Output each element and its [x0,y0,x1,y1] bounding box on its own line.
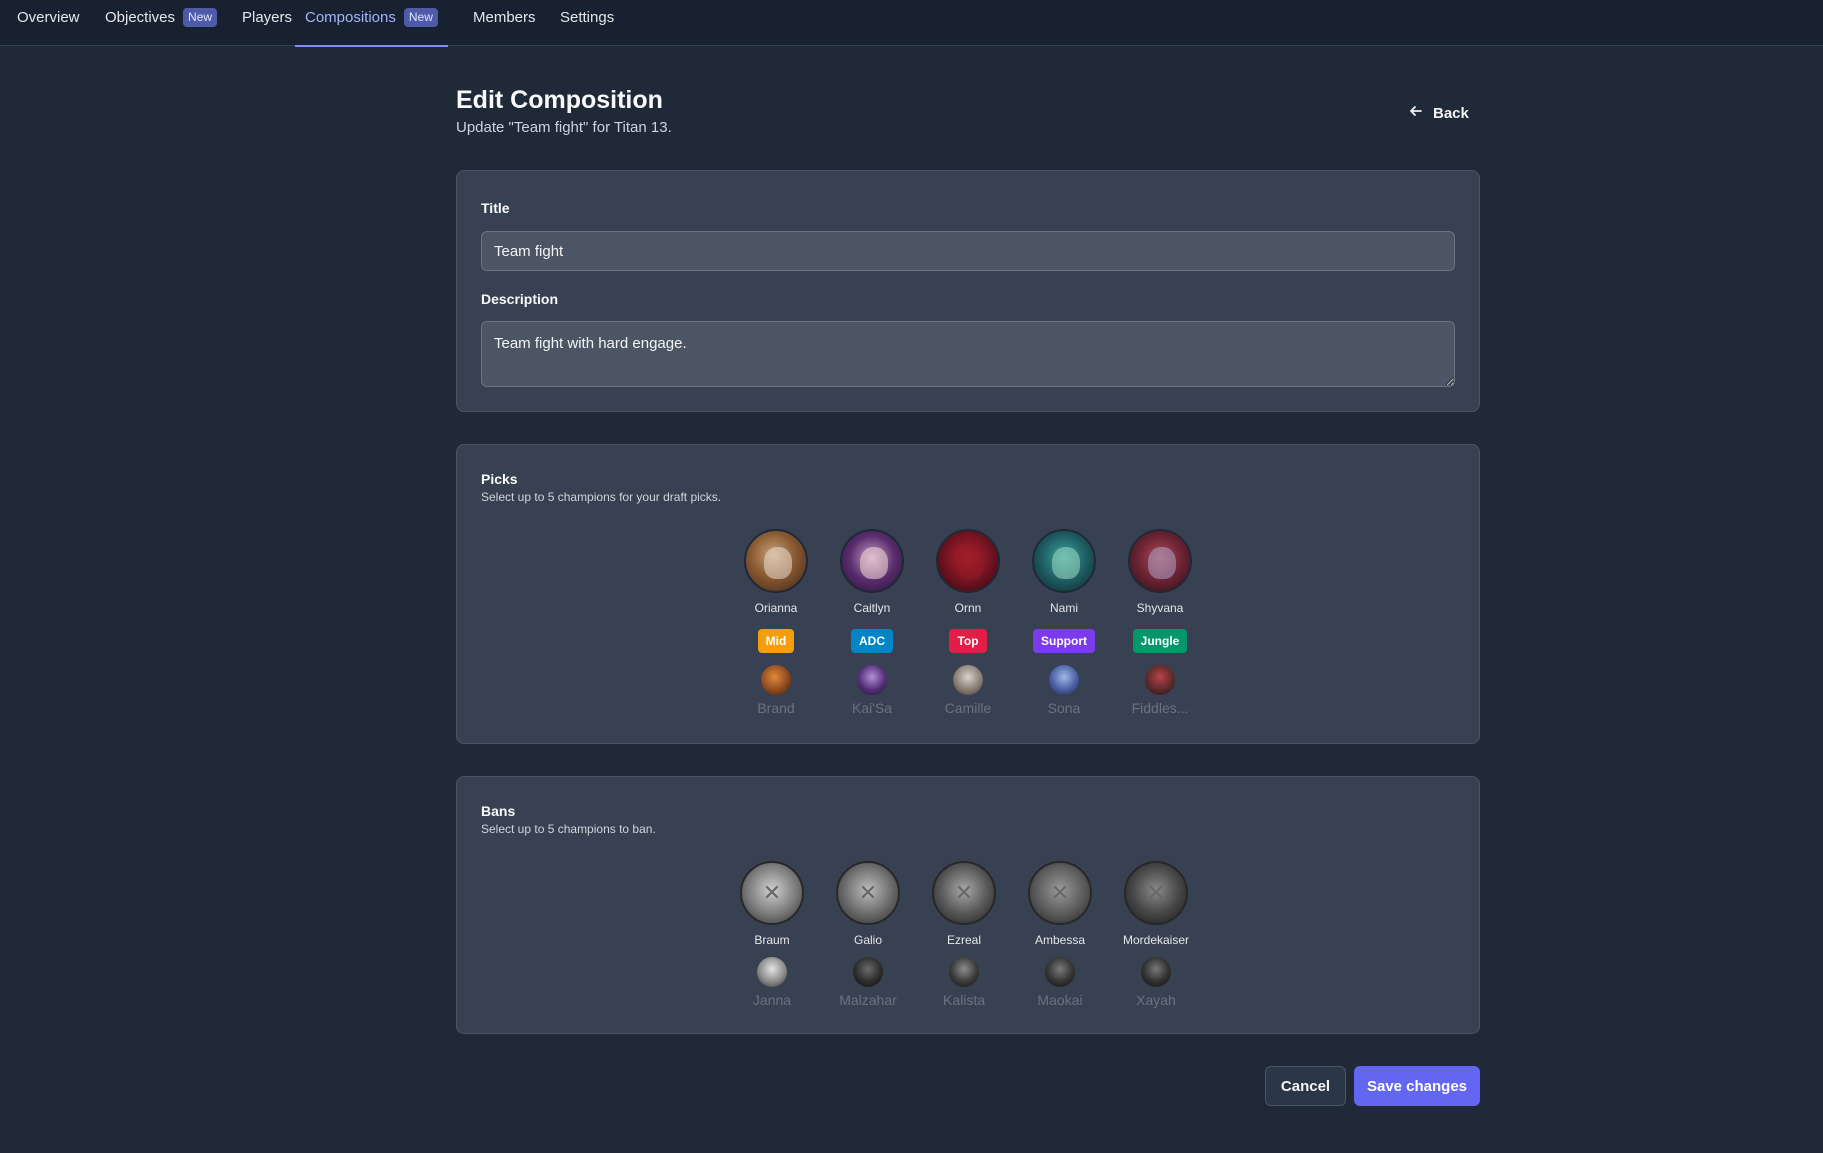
alternate-champion-name: Kai'Sa [851,700,893,716]
bans-title: Bans [481,803,516,819]
role-badge-top[interactable]: Top [949,629,987,653]
champion-name: Braum [754,933,790,947]
tab-players[interactable]: Players [242,0,292,46]
alternate-champion-avatar[interactable] [1141,957,1171,987]
alternate-champion-avatar[interactable] [761,665,791,695]
ban-slot: ✕ Ambessa Maokai [1012,861,1108,1008]
ban-slot: ✕ Braum Janna [724,861,820,1008]
alternate-champion-name: Maokai [1037,992,1083,1008]
champion-avatar[interactable] [936,529,1000,593]
alternate-champion-avatar[interactable] [1045,957,1075,987]
tab-objectives[interactable]: Objectives New [105,0,218,46]
role-badge-mid[interactable]: Mid [757,629,795,653]
title-label: Title [481,200,510,216]
tab-overview[interactable]: Overview [17,0,80,46]
tab-label: Players [242,9,293,26]
alternate-champion-name: Fiddles... [1131,700,1189,716]
alternate-champion-avatar[interactable] [1145,665,1175,695]
role-badge-support[interactable]: Support [1033,629,1095,653]
banned-champion-avatar[interactable]: ✕ [836,861,900,925]
page-title: Edit Composition [456,86,663,114]
alternate-champion-avatar[interactable] [949,957,979,987]
champion-name: Shyvana [1136,601,1184,615]
alternate-champion-avatar[interactable] [757,957,787,987]
banned-champion-avatar[interactable]: ✕ [1028,861,1092,925]
tab-label: Overview [17,9,80,26]
tab-members[interactable]: Members [473,0,536,46]
tab-label: Members [473,9,536,26]
picks-subtitle: Select up to 5 champions for your draft … [481,490,722,504]
ban-slot: ✕ Ezreal Kalista [916,861,1012,1008]
ban-x-icon: ✕ [1146,880,1166,905]
ban-x-icon: ✕ [858,880,878,905]
bans-card: Bans Select up to 5 champions to ban. ✕ … [456,776,1480,1034]
page-subtitle: Update "Team fight" for Titan 13. [456,119,672,136]
champion-name: Orianna [754,601,798,615]
alternate-champion-avatar[interactable] [953,665,983,695]
alternate-champion-name: Sona [1047,700,1081,716]
ban-slot: ✕ Mordekaiser Xayah [1108,861,1204,1008]
alternate-champion-avatar[interactable] [1049,665,1079,695]
bans-subtitle: Select up to 5 champions to ban. [481,822,656,836]
pick-slot: Orianna Mid Brand [728,529,824,716]
title-input[interactable] [481,231,1455,271]
ban-x-icon: ✕ [762,880,782,905]
champion-name: Galio [853,933,882,947]
alternate-champion-name: Malzahar [839,992,897,1008]
save-changes-button[interactable]: Save changes [1354,1066,1480,1106]
champion-portrait-icon [764,547,792,579]
pick-slot: Ornn Top Camille [920,529,1016,716]
champion-name: Nami [1049,601,1078,615]
cancel-button[interactable]: Cancel [1265,1066,1346,1106]
champion-avatar[interactable] [840,529,904,593]
champion-portrait-icon [1148,547,1176,579]
banned-champion-avatar[interactable]: ✕ [932,861,996,925]
new-badge: New [183,8,218,27]
back-button[interactable]: Back [1408,102,1469,124]
tab-settings[interactable]: Settings [560,0,614,46]
pick-slot: Shyvana Jungle Fiddles... [1112,529,1208,716]
tab-label: Compositions [305,9,396,26]
picks-title: Picks [481,471,518,487]
champion-name: Ornn [954,601,982,615]
details-card: Title Description [456,170,1480,412]
champion-avatar[interactable] [744,529,808,593]
champion-name: Ezreal [946,933,981,947]
description-label: Description [481,291,559,307]
banned-champion-avatar[interactable]: ✕ [1124,861,1188,925]
alternate-champion-name: Kalista [942,992,986,1008]
banned-champion-avatar[interactable]: ✕ [740,861,804,925]
tab-label: Objectives [105,9,176,26]
champion-avatar[interactable] [1032,529,1096,593]
arrow-left-icon [1408,103,1424,123]
new-badge: New [403,8,438,27]
role-badge-jungle[interactable]: Jungle [1132,629,1188,653]
ban-slot: ✕ Galio Malzahar [820,861,916,1008]
description-textarea[interactable] [481,321,1455,387]
alternate-champion-name: Camille [944,700,992,716]
back-label: Back [1433,104,1469,122]
champion-avatar[interactable] [1128,529,1192,593]
alternate-champion-avatar[interactable] [857,665,887,695]
top-navigation: Overview Objectives New Players Composit… [0,0,1823,47]
champion-name: Mordekaiser [1122,933,1190,947]
pick-slot: Nami Support Sona [1016,529,1112,716]
champion-portrait-icon [1052,547,1080,579]
champion-name: Ambessa [1034,933,1086,947]
picks-card: Picks Select up to 5 champions for your … [456,444,1480,744]
champion-portrait-icon [860,547,888,579]
tab-label: Settings [560,9,615,26]
champion-portrait-icon [956,547,984,579]
ban-x-icon: ✕ [1050,880,1070,905]
alternate-champion-name: Janna [752,992,792,1008]
alternate-champion-name: Brand [757,700,795,716]
ban-x-icon: ✕ [954,880,974,905]
alternate-champion-name: Xayah [1136,992,1176,1008]
role-badge-adc[interactable]: ADC [851,629,893,653]
tab-compositions[interactable]: Compositions New [295,0,448,47]
pick-slot: Caitlyn ADC Kai'Sa [824,529,920,716]
champion-name: Caitlyn [853,601,891,615]
alternate-champion-avatar[interactable] [853,957,883,987]
